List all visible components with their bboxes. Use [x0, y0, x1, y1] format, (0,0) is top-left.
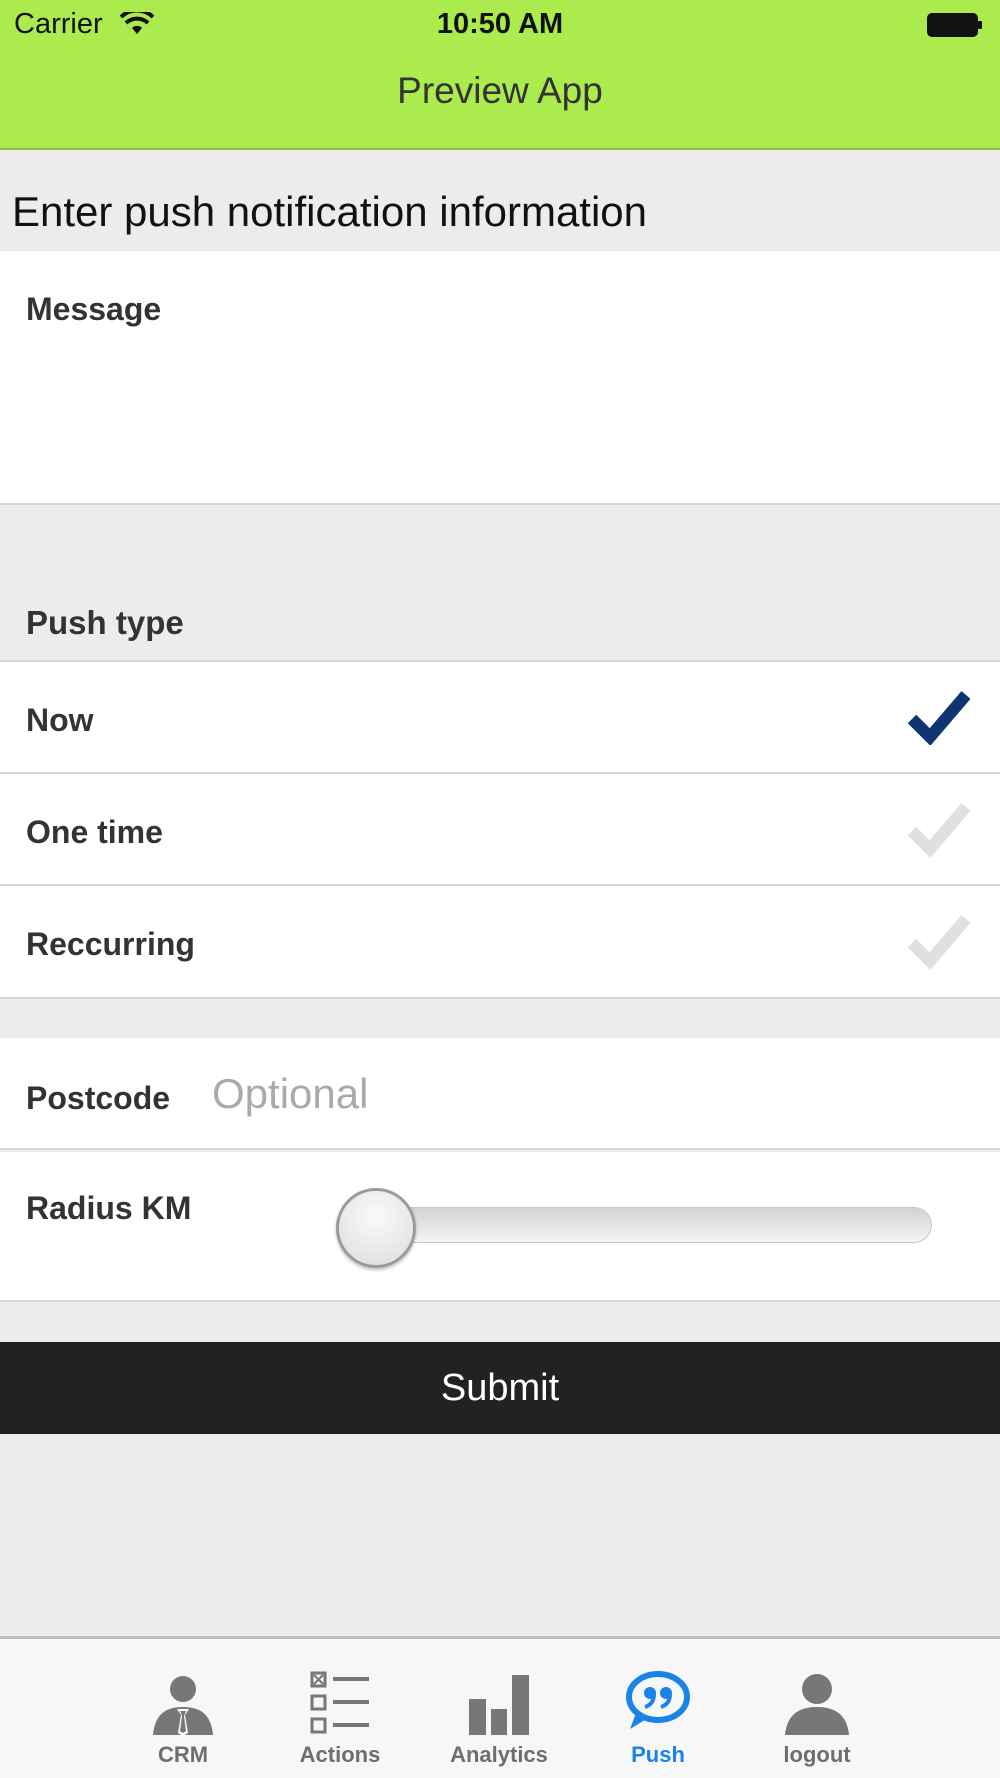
checkmark-icon — [908, 691, 970, 745]
submit-button[interactable]: Submit — [0, 1342, 1000, 1434]
checkmark-icon — [908, 915, 970, 969]
radius-slider-thumb[interactable] — [336, 1188, 416, 1268]
tab-label: Analytics — [450, 1742, 548, 1767]
tab-crm[interactable]: CRM — [128, 1639, 238, 1778]
speech-bubble-icon — [626, 1671, 690, 1729]
tab-label: Actions — [299, 1742, 381, 1767]
postcode-row: Postcode — [0, 1038, 1000, 1150]
tab-logout[interactable]: logout — [762, 1639, 872, 1778]
checklist-icon — [310, 1671, 369, 1734]
option-label: One time — [26, 814, 163, 850]
message-field[interactable]: Message — [0, 251, 1000, 505]
tab-label: CRM — [157, 1742, 209, 1767]
postcode-label: Postcode — [26, 1080, 171, 1116]
app-header: Carrier 10:50 AM Preview App — [0, 0, 1000, 150]
checkmark-icon — [908, 803, 970, 857]
radius-slider-track[interactable] — [336, 1207, 932, 1243]
radius-row: Radius KM — [0, 1152, 1000, 1302]
push-type-label: Push type — [26, 604, 184, 641]
push-type-option-one-time[interactable]: One time — [0, 772, 1000, 884]
message-label: Message — [26, 291, 162, 327]
radius-label: Radius KM — [26, 1190, 192, 1226]
postcode-input[interactable] — [212, 1066, 972, 1122]
tab-push[interactable]: Push — [603, 1639, 713, 1778]
option-label: Now — [26, 702, 94, 738]
form-heading: Enter push notification information — [12, 188, 648, 235]
status-time: 10:50 AM — [436, 8, 564, 40]
tab-label: Push — [631, 1742, 685, 1767]
push-type-option-reccurring[interactable]: Reccurring — [0, 884, 1000, 999]
app-title: Preview App — [397, 70, 603, 111]
tab-actions[interactable]: Actions — [285, 1639, 395, 1778]
user-icon — [785, 1674, 849, 1735]
tab-analytics[interactable]: Analytics — [444, 1639, 554, 1778]
battery-icon — [927, 13, 982, 37]
option-label: Reccurring — [26, 926, 195, 962]
tab-label: logout — [783, 1742, 851, 1767]
person-tie-icon — [153, 1676, 213, 1736]
tab-bar: CRM Actions Analytics Push logout — [0, 1636, 1000, 1778]
bar-chart-icon — [469, 1675, 529, 1735]
push-type-option-now[interactable]: Now — [0, 660, 1000, 772]
